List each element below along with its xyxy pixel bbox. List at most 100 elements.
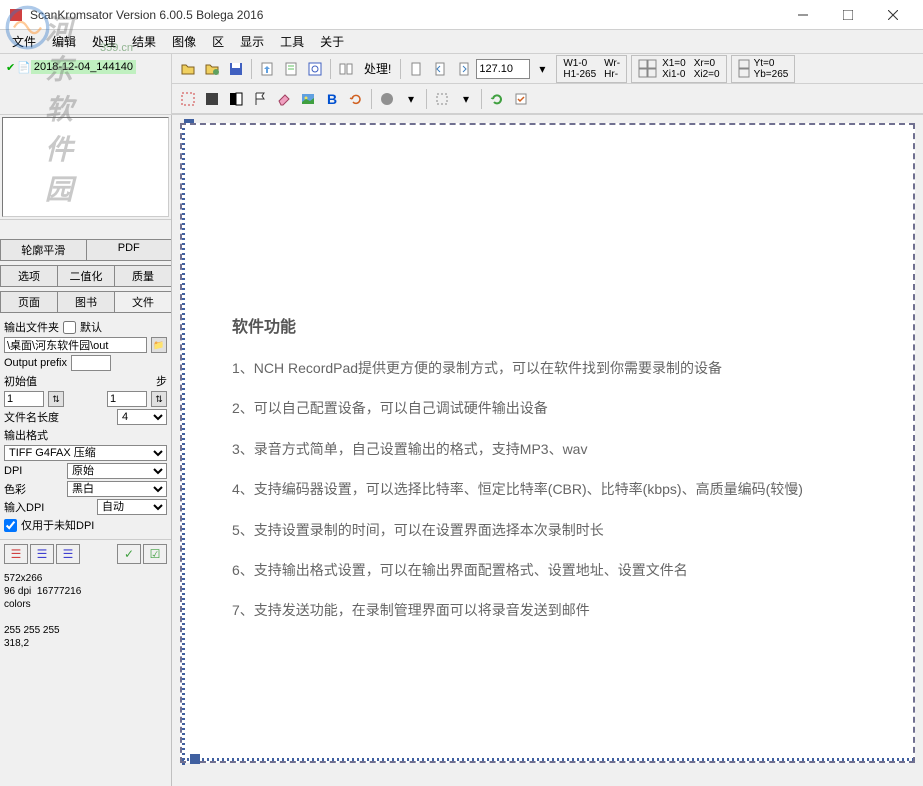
list-view-3-icon[interactable]: ☰ xyxy=(56,544,80,564)
dropdown-icon[interactable]: ▾ xyxy=(400,88,422,110)
menu-tools[interactable]: 工具 xyxy=(272,31,312,52)
unknown-dpi-checkbox[interactable] xyxy=(4,519,17,532)
menu-view[interactable]: 显示 xyxy=(232,31,272,52)
coord-x-box: X1=0Xr=0 Xi1-0Xi2=0 xyxy=(631,55,727,83)
output-format-select[interactable]: TIFF G4FAX 压缩 xyxy=(4,445,167,461)
doc-line: 1、NCH RecordPad提供更方便的录制方式，可以在软件找到你需要录制的设… xyxy=(232,357,883,379)
document-content: 软件功能 1、NCH RecordPad提供更方便的录制方式，可以在软件找到你需… xyxy=(212,303,903,650)
process-button[interactable]: 处理! xyxy=(358,58,397,79)
coord-wh-box: W1-0Wr- H1-265Hr- xyxy=(556,55,627,83)
scrollbar-h[interactable] xyxy=(0,219,171,235)
bold-icon[interactable]: B xyxy=(321,88,343,110)
menu-image[interactable]: 图像 xyxy=(164,31,204,52)
maximize-button[interactable] xyxy=(825,1,870,29)
contrast-icon[interactable] xyxy=(225,88,247,110)
dpi-label: DPI xyxy=(4,465,22,477)
save-icon[interactable] xyxy=(225,58,247,80)
eraser-icon[interactable] xyxy=(273,88,295,110)
page-prev-icon[interactable] xyxy=(429,58,451,80)
canvas-area[interactable]: 软件功能 1、NCH RecordPad提供更方便的录制方式，可以在软件找到你需… xyxy=(172,115,923,786)
refresh-icon[interactable] xyxy=(486,88,508,110)
dropdown2-icon[interactable]: ▾ xyxy=(455,88,477,110)
list-view-2-icon[interactable]: ☰ xyxy=(30,544,54,564)
menu-region[interactable]: 区 xyxy=(204,31,232,52)
doc-line: 6、支持输出格式设置，可以在输出界面配置格式、设置地址、设置文件名 xyxy=(232,559,883,581)
default-checkbox[interactable] xyxy=(63,321,76,334)
ruler-left xyxy=(182,125,185,765)
open-file-icon[interactable] xyxy=(201,58,223,80)
default-label: 默认 xyxy=(80,319,102,335)
check-all-icon[interactable]: ✓ xyxy=(117,544,141,564)
circle-icon[interactable] xyxy=(376,88,398,110)
tab-quality[interactable]: 质量 xyxy=(114,265,172,286)
minimize-button[interactable] xyxy=(780,1,825,29)
initial-input[interactable] xyxy=(4,391,44,407)
menu-edit[interactable]: 编辑 xyxy=(44,31,84,52)
list-view-1-icon[interactable]: ☰ xyxy=(4,544,28,564)
filename-length-select[interactable]: 4 xyxy=(117,409,167,425)
tab-pdf[interactable]: PDF xyxy=(86,239,173,260)
menu-about[interactable]: 关于 xyxy=(312,31,352,52)
check-icon: ✔ xyxy=(6,61,15,74)
doc-line: 3、录音方式简单，自己设置输出的格式，支持MP3、wav xyxy=(232,438,883,460)
page-next-icon[interactable] xyxy=(453,58,475,80)
image-info: 572x266 96 dpi 16777216 colors 255 255 2… xyxy=(0,568,171,654)
ruler-bottom xyxy=(182,758,913,761)
step-spinner[interactable]: ⇅ xyxy=(151,391,167,407)
page-single-icon[interactable] xyxy=(405,58,427,80)
report-icon[interactable] xyxy=(280,58,302,80)
browse-button[interactable]: 📁 xyxy=(151,337,167,353)
input-dpi-select[interactable]: 自动 xyxy=(97,499,167,515)
fill-dark-icon[interactable] xyxy=(201,88,223,110)
coord-y-box: Yt=0 Yb=265 xyxy=(731,55,796,83)
titlebar: ScanKromsator Version 6.00.5 Bolega 2016 xyxy=(0,0,923,30)
doc-title: 软件功能 xyxy=(232,313,883,337)
output-prefix-label: Output prefix xyxy=(4,357,67,369)
ruler-marker-bottom[interactable] xyxy=(190,754,200,764)
doc-line: 5、支持设置录制的时间，可以在设置界面选择本次录制时长 xyxy=(232,519,883,541)
initial-spinner[interactable]: ⇅ xyxy=(48,391,64,407)
rotate-icon[interactable] xyxy=(345,88,367,110)
export-icon[interactable] xyxy=(256,58,278,80)
menu-process[interactable]: 处理 xyxy=(84,31,124,52)
sidebar: 轮廓平滑 PDF 选项 二值化 质量 页面 图书 文件 输出文件夹 默认 📁 xyxy=(0,115,172,786)
tab-file[interactable]: 文件 xyxy=(114,291,172,312)
window-title: ScanKromsator Version 6.00.5 Bolega 2016 xyxy=(30,8,780,22)
step-input[interactable] xyxy=(107,391,147,407)
output-prefix-input[interactable] xyxy=(71,355,111,371)
initial-label: 初始值 xyxy=(4,373,37,389)
file-tab[interactable]: ✔ 📄 2018-12-04_144140 xyxy=(4,58,167,76)
image-icon[interactable] xyxy=(297,88,319,110)
check-list-icon[interactable]: ☑ xyxy=(143,544,167,564)
select-rect-icon[interactable] xyxy=(177,88,199,110)
tab-book[interactable]: 图书 xyxy=(57,291,115,312)
page-icon: 📄 xyxy=(17,61,31,74)
dpi-select[interactable]: 原始 xyxy=(67,463,167,479)
unknown-dpi-label: 仅用于未知DPI xyxy=(21,517,94,533)
output-format-label: 输出格式 xyxy=(4,427,48,443)
crop-icon[interactable] xyxy=(431,88,453,110)
tab-contour[interactable]: 轮廓平滑 xyxy=(0,239,87,260)
menubar: 文件 编辑 处理 结果 图像 区 显示 工具 关于 xyxy=(0,30,923,54)
zoom-dropdown-icon[interactable]: ▾ xyxy=(531,58,553,80)
book-icon[interactable] xyxy=(335,58,357,80)
tab-page[interactable]: 页面 xyxy=(0,291,58,312)
preview-icon[interactable] xyxy=(304,58,326,80)
color-select[interactable]: 黑白 xyxy=(67,481,167,497)
tab-options[interactable]: 选项 xyxy=(0,265,58,286)
open-folder-icon[interactable] xyxy=(177,58,199,80)
tab-binarize[interactable]: 二值化 xyxy=(57,265,115,286)
doc-line: 7、支持发送功能，在录制管理界面可以将录音发送到邮件 xyxy=(232,599,883,621)
canvas-border: 软件功能 1、NCH RecordPad提供更方便的录制方式，可以在软件找到你需… xyxy=(180,123,915,763)
flag-icon[interactable] xyxy=(249,88,271,110)
zoom-input[interactable] xyxy=(476,59,530,79)
menu-file[interactable]: 文件 xyxy=(4,31,44,52)
apply-icon[interactable] xyxy=(510,88,532,110)
step-label: 步 xyxy=(156,373,167,389)
close-button[interactable] xyxy=(870,1,915,29)
output-path-input[interactable] xyxy=(4,337,147,353)
menu-result[interactable]: 结果 xyxy=(124,31,164,52)
output-folder-label: 输出文件夹 xyxy=(4,319,59,335)
app-icon xyxy=(8,7,24,23)
file-list[interactable] xyxy=(2,117,169,217)
